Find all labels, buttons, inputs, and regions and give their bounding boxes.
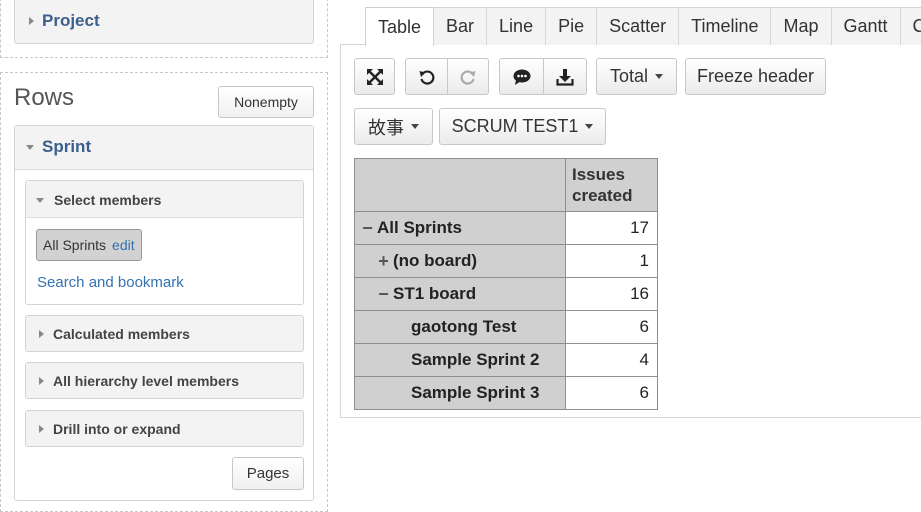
tab-pie[interactable]: Pie [546,7,598,45]
download-icon [556,68,574,86]
caret-down-icon [655,74,664,79]
chevron-down-icon [26,145,34,150]
caret-down-icon [585,124,594,129]
redo-icon [460,69,476,85]
member-chip[interactable]: All Sprints edit [36,229,142,261]
pages-button[interactable]: Pages [232,457,304,490]
redo-button[interactable] [447,58,489,95]
chevron-right-icon [39,425,44,433]
sprint-panel-header[interactable]: Sprint [15,126,313,170]
table-row: gaotong Test 6 [354,310,658,344]
table-corner-cell [354,158,566,212]
search-and-bookmark-link[interactable]: Search and bookmark [37,274,184,291]
download-button[interactable] [543,58,587,95]
row-header[interactable]: Sample Sprint 2 [354,343,566,377]
nonempty-button[interactable]: Nonempty [218,86,314,118]
cell-value: 16 [565,277,658,311]
row-header[interactable]: − All Sprints [354,211,566,245]
project-title: Project [42,11,100,30]
sprint-title: Sprint [42,137,92,156]
tab-timeline[interactable]: Timeline [679,7,772,45]
project-filter-label: SCRUM TEST1 [451,116,579,136]
tab-map[interactable]: Map [771,7,832,45]
cell-value: 17 [565,211,658,245]
row-label: Sample Sprint 2 [411,350,540,369]
comment-icon [513,69,530,85]
pivot-table: Issues created − All Sprints 17 + (no boar… [354,158,658,410]
select-members-title: Select members [54,192,162,208]
row-label: (no board) [393,251,478,270]
all-hierarchy-level-members-title: All hierarchy level members [53,373,239,389]
tab-bar[interactable]: Bar [434,7,488,45]
table-row: − All Sprints 17 [354,211,658,245]
tab-line[interactable]: Line [487,7,547,45]
total-dropdown[interactable]: Total [596,58,677,95]
column-header-issues-created[interactable]: Issues created [565,158,658,212]
sprint-panel: Sprint Select members All Sprints edit S… [14,125,314,501]
chevron-right-icon [29,17,34,25]
undo-button[interactable] [405,58,448,95]
chevron-down-icon [36,198,44,203]
fullscreen-button[interactable] [354,58,395,95]
cell-value: 6 [565,376,658,410]
table-row: − ST1 board 16 [354,277,658,311]
cell-value: 1 [565,244,658,278]
project-filter-dropdown[interactable]: SCRUM TEST1 [439,108,606,145]
rows-title: Rows [14,84,75,111]
comment-button[interactable] [499,58,544,95]
undo-icon [419,69,434,85]
fullscreen-icon [366,68,383,85]
issue-type-filter-label: 故事 [368,117,404,138]
member-chip-label: All Sprints [43,237,107,253]
cell-value: 4 [565,343,658,377]
caret-down-icon [411,124,419,129]
calculated-members-title: Calculated members [53,326,190,342]
table-row: Sample Sprint 2 4 [354,343,658,377]
row-header[interactable]: − ST1 board [354,277,566,311]
tab-scatter[interactable]: Scatter [597,7,680,45]
table-header-row: Issues created [354,158,658,212]
tab-gantt[interactable]: Gantt [831,7,901,45]
tab-overflow[interactable]: C [900,7,921,45]
select-members-header[interactable]: Select members [26,181,303,218]
member-chip-edit-link[interactable]: edit [112,237,135,253]
project-panel[interactable]: Project [14,0,314,44]
tab-table[interactable]: Table [365,7,435,46]
issue-type-filter-dropdown[interactable]: 故事 [354,108,433,145]
total-dropdown-label: Total [609,66,649,86]
table-row: + (no board) 1 [354,244,658,278]
cell-value: 6 [565,310,658,344]
freeze-header-label: Freeze header [696,66,815,86]
row-header[interactable]: + (no board) [354,244,566,278]
collapse-icon[interactable]: − [361,218,374,239]
select-members-panel: Select members All Sprints edit Search a… [25,180,304,305]
drill-into-or-expand-panel[interactable]: Drill into or expand [25,410,304,447]
row-label: ST1 board [393,284,477,303]
expand-icon[interactable]: + [377,251,390,272]
freeze-header-button[interactable]: Freeze header [685,58,826,95]
chevron-right-icon [39,377,44,385]
row-label: All Sprints [377,218,463,237]
chevron-right-icon [39,330,44,338]
row-header[interactable]: Sample Sprint 3 [354,376,566,410]
drill-into-or-expand-title: Drill into or expand [53,421,181,437]
row-label: gaotong Test [411,317,517,336]
chart-type-tabs: Table Bar Line Pie Scatter Timeline Map … [365,7,921,46]
row-header[interactable]: gaotong Test [354,310,566,344]
calculated-members-panel[interactable]: Calculated members [25,315,304,352]
table-row: Sample Sprint 3 6 [354,376,658,410]
collapse-icon[interactable]: − [377,284,390,305]
all-hierarchy-level-members-panel[interactable]: All hierarchy level members [25,362,304,399]
row-label: Sample Sprint 3 [411,383,540,402]
